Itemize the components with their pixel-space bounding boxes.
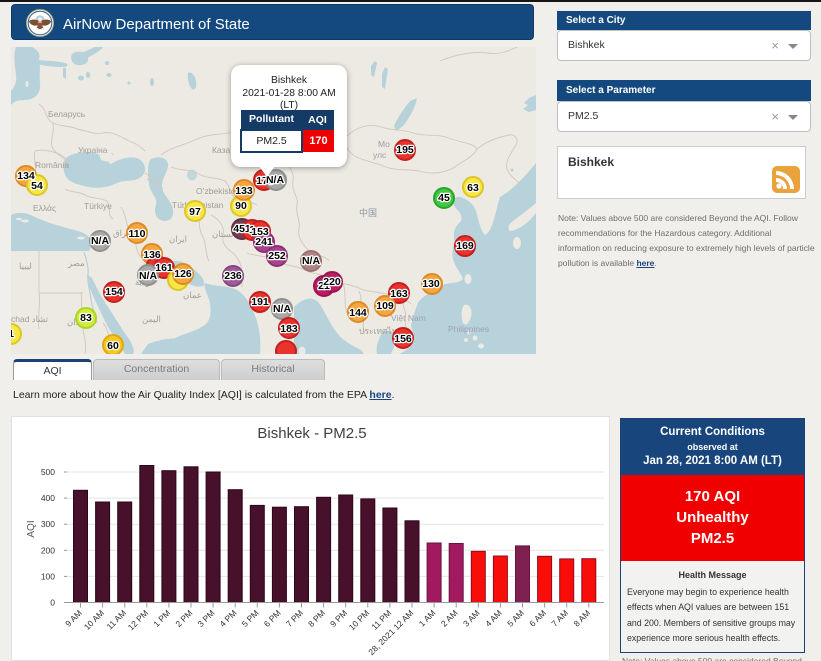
svg-text:مصر: مصر [67,258,85,269]
svg-text:Украіна: Украіна [78,145,108,155]
svg-text:7 PM: 7 PM [284,608,305,629]
svg-text:200: 200 [41,545,55,555]
svg-text:9 AM: 9 AM [63,608,84,629]
svg-text:Bishkek - PM2.5: Bishkek - PM2.5 [257,425,366,442]
svg-text:4 PM: 4 PM [218,608,239,629]
svg-text:Türkiye: Türkiye [84,201,112,211]
svg-text:400: 400 [41,493,55,503]
svg-text:România: România [35,160,69,170]
svg-text:0: 0 [50,598,55,608]
svg-text:3 PM: 3 PM [195,608,216,629]
svg-text:1 AM: 1 AM [417,608,438,629]
svg-text:Ελλάς: Ελλάς [33,203,56,213]
svg-text:100: 100 [41,571,55,581]
svg-text:اليمن: اليمن [142,314,161,325]
svg-text:chad تشاد: chad تشاد [11,314,49,324]
svg-text:1 PM: 1 PM [151,608,172,629]
svg-text:7 AM: 7 AM [549,608,570,629]
svg-text:2 PM: 2 PM [173,608,194,629]
svg-text:4 AM: 4 AM [483,608,504,629]
svg-text:中国: 中国 [359,207,377,218]
svg-text:300: 300 [41,519,55,529]
svg-text:عمان: عمان [183,290,202,300]
svg-text:Беларусь: Беларусь [48,109,86,119]
svg-text:8 PM: 8 PM [306,608,327,629]
svg-text:5 AM: 5 AM [505,608,526,629]
svg-text:10 AM: 10 AM [82,608,106,632]
svg-text:Мо: Мо [378,139,390,149]
svg-text:Việt Nam: Việt Nam [391,313,426,323]
svg-text:Каза: Каза [212,145,230,155]
svg-text:500: 500 [41,467,55,477]
svg-text:6 AM: 6 AM [527,608,548,629]
svg-text:O’zbekisto: O’zbekisto [196,186,236,196]
svg-text:12 PM: 12 PM [126,608,150,632]
svg-text:11 AM: 11 AM [104,608,128,632]
svg-text:AQI: AQI [26,520,37,537]
svg-text:3 AM: 3 AM [461,608,482,629]
svg-text:8 AM: 8 AM [571,608,592,629]
svg-text:улс: улс [373,150,387,160]
svg-text:Philippines: Philippines [448,324,489,334]
svg-text:5 PM: 5 PM [240,608,261,629]
svg-text:ايران: ايران [169,234,187,245]
svg-text:ليبيا: ليبيا [19,261,32,271]
svg-text:10 PM: 10 PM [347,608,371,632]
svg-text:2 AM: 2 AM [439,608,460,629]
svg-text:6 PM: 6 PM [262,608,283,629]
